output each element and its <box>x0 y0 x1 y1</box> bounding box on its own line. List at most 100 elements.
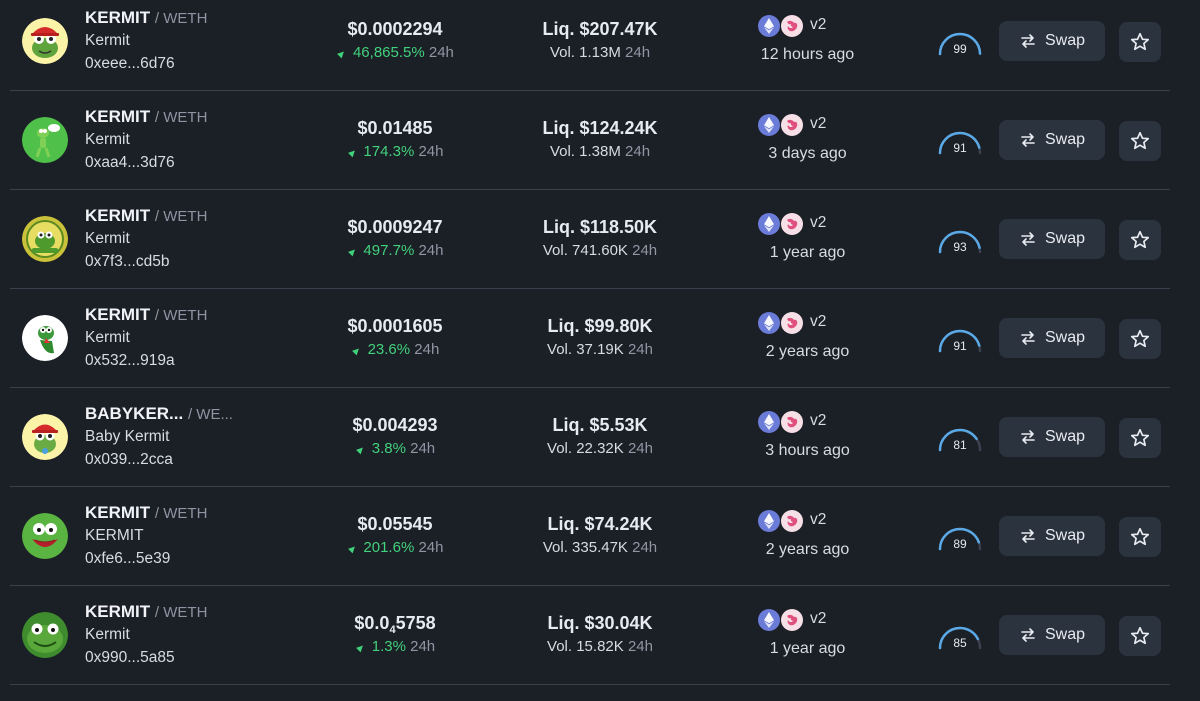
token-symbol[interactable]: BABYKER... / WE... <box>85 404 233 424</box>
uniswap-icon <box>781 213 803 235</box>
token-symbol[interactable]: KERMIT / WETH <box>85 8 207 28</box>
volume-value: Vol. 335.47K <box>542 539 628 556</box>
kermit-white-icon <box>22 315 68 361</box>
swap-button[interactable]: Swap <box>999 219 1105 259</box>
token-price: $0.045758 <box>310 613 480 636</box>
baby-kermit-hat-icon <box>22 414 68 460</box>
favorite-button[interactable] <box>1119 22 1161 62</box>
price-main: $0.0002294 <box>347 19 443 39</box>
swap-button[interactable]: Swap <box>999 120 1105 160</box>
token-symbol[interactable]: KERMIT / WETH <box>85 305 207 325</box>
ethereum-icon <box>758 312 780 334</box>
score-gauge: 99 <box>936 28 984 58</box>
token-row[interactable]: KERMIT / WETH Kermit 0x990...5a85 $0.045… <box>10 585 1170 685</box>
favorite-button[interactable] <box>1119 319 1161 359</box>
token-price: $0.0002294 <box>310 19 480 40</box>
pool-age: 1 year ago <box>769 244 846 261</box>
token-row[interactable]: KERMIT / WETH KERMIT 0xfe6...5e39 $0.055… <box>10 486 1170 586</box>
volume: Vol. 1.38M 24h <box>505 143 695 160</box>
favorite-button[interactable] <box>1119 517 1161 557</box>
token-row[interactable]: BABYKER... / WE... Baby Kermit 0x039...2… <box>10 387 1170 487</box>
swap-button[interactable]: Swap <box>999 21 1105 61</box>
dex-version: v2 <box>810 115 827 132</box>
arrow-up-icon: ▲ <box>343 243 361 261</box>
swap-button[interactable]: Swap <box>999 318 1105 358</box>
token-row[interactable]: KERMIT / WETH Kermit 0xeee...6d76 $0.000… <box>10 0 1170 91</box>
token-address[interactable]: 0xeee...6d76 <box>85 55 175 73</box>
volume: Vol. 335.47K 24h <box>505 539 695 556</box>
change-period: 24h <box>410 638 436 655</box>
swap-arrows-icon <box>1021 34 1035 48</box>
token-address[interactable]: 0x990...5a85 <box>85 649 175 667</box>
price-main: $0.01485 <box>357 118 433 138</box>
favorite-button[interactable] <box>1119 121 1161 161</box>
liquidity: Liq. $99.80K <box>547 316 653 336</box>
token-price: $0.01485 <box>310 118 480 139</box>
token-address[interactable]: 0x039...2cca <box>85 451 173 469</box>
change-percent: 46,865.5% <box>352 44 425 61</box>
kermit-maga-hat-icon <box>22 18 68 64</box>
token-row[interactable]: KERMIT / WETH Kermit 0x532...919a $0.000… <box>10 288 1170 388</box>
change-percent: 201.6% <box>363 539 415 556</box>
token-price: $0.05545 <box>310 514 480 535</box>
score-gauge: 81 <box>936 424 984 454</box>
price-change: ▲ 1.3% 24h <box>310 638 480 656</box>
token-name: Kermit <box>85 131 130 148</box>
token-address[interactable]: 0xfe6...5e39 <box>85 550 170 568</box>
token-row[interactable]: KERMIT / WETH Kermit 0xaa4...3d76 $0.014… <box>10 90 1170 190</box>
favorite-button[interactable] <box>1119 418 1161 458</box>
kermit-coin-icon <box>22 216 68 262</box>
dex-version: v2 <box>810 16 827 33</box>
volume-period: 24h <box>625 143 651 160</box>
score-value: 93 <box>953 240 967 254</box>
price-main: $0.0 <box>354 613 390 633</box>
swap-arrows-icon <box>1021 133 1035 147</box>
token-avatar <box>22 315 68 361</box>
token-symbol[interactable]: KERMIT / WETH <box>85 107 207 127</box>
price-change: ▲ 201.6% 24h <box>310 539 480 557</box>
token-symbol[interactable]: KERMIT / WETH <box>85 602 207 622</box>
swap-button[interactable]: Swap <box>999 615 1105 655</box>
dex-version: v2 <box>810 313 827 330</box>
kermit-standing-icon <box>22 117 68 163</box>
change-period: 24h <box>414 341 440 358</box>
token-row[interactable]: KERMIT / WETH Kermit 0x7f3...cd5b $0.000… <box>10 189 1170 289</box>
ethereum-icon <box>758 411 780 433</box>
star-icon <box>1130 32 1150 51</box>
token-address[interactable]: 0x532...919a <box>85 352 175 370</box>
score-value: 89 <box>953 537 967 551</box>
arrow-up-icon: ▲ <box>333 45 350 63</box>
pair-text: / WETH <box>154 505 208 522</box>
swap-label: Swap <box>1044 32 1086 49</box>
ethereum-icon <box>758 213 780 235</box>
uniswap-icon <box>781 510 803 532</box>
favorite-button[interactable] <box>1119 616 1161 656</box>
token-symbol[interactable]: KERMIT / WETH <box>85 503 207 523</box>
price-tail: 5758 <box>395 613 436 633</box>
star-icon <box>1130 527 1150 546</box>
volume-period: 24h <box>627 638 653 655</box>
pool-age: 3 hours ago <box>765 442 850 459</box>
change-percent: 3.8% <box>371 440 406 457</box>
swap-button[interactable]: Swap <box>999 516 1105 556</box>
swap-arrows-icon <box>1021 430 1035 444</box>
change-percent: 497.7% <box>363 242 415 259</box>
pool-age: 2 years ago <box>765 541 850 558</box>
volume: Vol. 741.60K 24h <box>505 242 695 259</box>
token-symbol[interactable]: KERMIT / WETH <box>85 206 207 226</box>
change-period: 24h <box>418 143 444 160</box>
swap-button[interactable]: Swap <box>999 417 1105 457</box>
change-period: 24h <box>410 440 436 457</box>
token-avatar <box>22 612 68 658</box>
token-address[interactable]: 0xaa4...3d76 <box>85 154 175 172</box>
token-address[interactable]: 0x7f3...cd5b <box>85 253 169 271</box>
volume: Vol. 22.32K 24h <box>505 440 695 457</box>
liquidity: Liq. $74.24K <box>547 514 653 534</box>
ethereum-icon <box>758 510 780 532</box>
token-price: $0.0009247 <box>310 217 480 238</box>
volume-period: 24h <box>627 341 653 358</box>
favorite-button[interactable] <box>1119 220 1161 260</box>
ethereum-icon <box>758 15 780 37</box>
volume-value: Vol. 15.82K <box>547 638 624 655</box>
score-value: 91 <box>953 141 967 155</box>
